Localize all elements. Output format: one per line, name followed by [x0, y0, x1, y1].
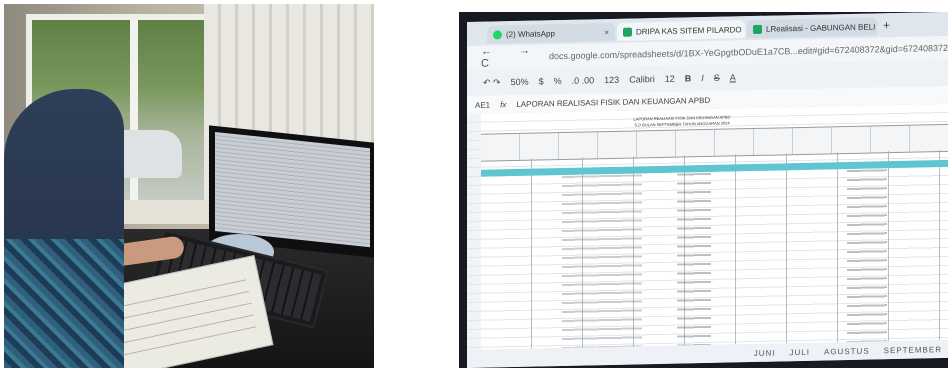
url-text[interactable]: docs.google.com/spreadsheets/d/1BX-YeGpg… — [549, 43, 948, 61]
sheet-title: LAPORAN REALISASI FISIK DAN KEUANGAN APB… — [607, 114, 757, 129]
browser-window: (2) WhatsApp × DRIPA KAS SITEM PILARDO ×… — [467, 12, 948, 368]
sheet-tab-juni[interactable]: JUNI — [754, 348, 776, 357]
value-column-right — [847, 169, 887, 343]
text-color-button[interactable]: A — [730, 72, 736, 82]
screen-closeup-photo: (2) WhatsApp × DRIPA KAS SITEM PILARDO ×… — [459, 12, 948, 368]
cell-reference[interactable]: AE1 — [475, 100, 490, 109]
description-column — [562, 174, 642, 349]
value-column — [677, 172, 711, 346]
italic-button[interactable]: I — [701, 73, 704, 83]
tab-label: (2) WhatsApp — [506, 28, 555, 39]
font-size-input[interactable]: 12 — [665, 74, 675, 84]
office-photo — [4, 4, 374, 368]
formula-content[interactable]: LAPORAN REALISASI FISIK DAN KEUANGAN APB… — [516, 95, 710, 108]
tab-label: LRealisasi - GABUNGAN BELI — [766, 21, 876, 34]
undo-redo-icon[interactable]: ↶ ↷ — [483, 77, 501, 88]
fx-icon: fx — [500, 99, 507, 109]
tab-label: DRIPA KAS SITEM PILARDO — [636, 24, 742, 36]
font-select[interactable]: Calibri — [629, 74, 655, 85]
person-in-hijab — [4, 89, 124, 368]
whatsapp-icon — [493, 29, 502, 39]
percent-button[interactable]: % — [554, 76, 562, 86]
spreadsheet-grid[interactable]: LAPORAN REALISASI FISIK DAN KEUANGAN APB… — [467, 103, 948, 350]
patterned-scarf — [4, 239, 124, 368]
close-icon[interactable]: × — [604, 28, 609, 37]
decimal-buttons[interactable]: .0 .00 — [572, 75, 595, 85]
monitor-screen — [215, 131, 370, 248]
format-button[interactable]: 123 — [604, 75, 619, 85]
currency-button[interactable]: $ — [539, 76, 544, 86]
sheet-tab-agustus[interactable]: AGUSTUS — [824, 346, 870, 356]
bold-button[interactable]: B — [685, 73, 692, 83]
window-mullion — [130, 20, 138, 210]
nav-buttons[interactable]: ← → C — [481, 44, 543, 69]
strike-button[interactable]: S — [714, 73, 720, 83]
sheets-icon — [753, 24, 762, 34]
new-tab-button[interactable]: + — [883, 18, 890, 32]
tab-sheet-1[interactable]: DRIPA KAS SITEM PILARDO × — [617, 20, 745, 41]
sheet-tab-juli[interactable]: JULI — [790, 347, 810, 356]
tab-sheet-2[interactable]: LRealisasi - GABUNGAN BELI × — [747, 17, 877, 39]
zoom-select[interactable]: 50% — [511, 77, 529, 87]
tab-whatsapp[interactable]: (2) WhatsApp × — [487, 22, 615, 44]
sheets-icon — [623, 27, 632, 37]
sheet-tab-september[interactable]: SEPTEMBER — [884, 345, 942, 355]
